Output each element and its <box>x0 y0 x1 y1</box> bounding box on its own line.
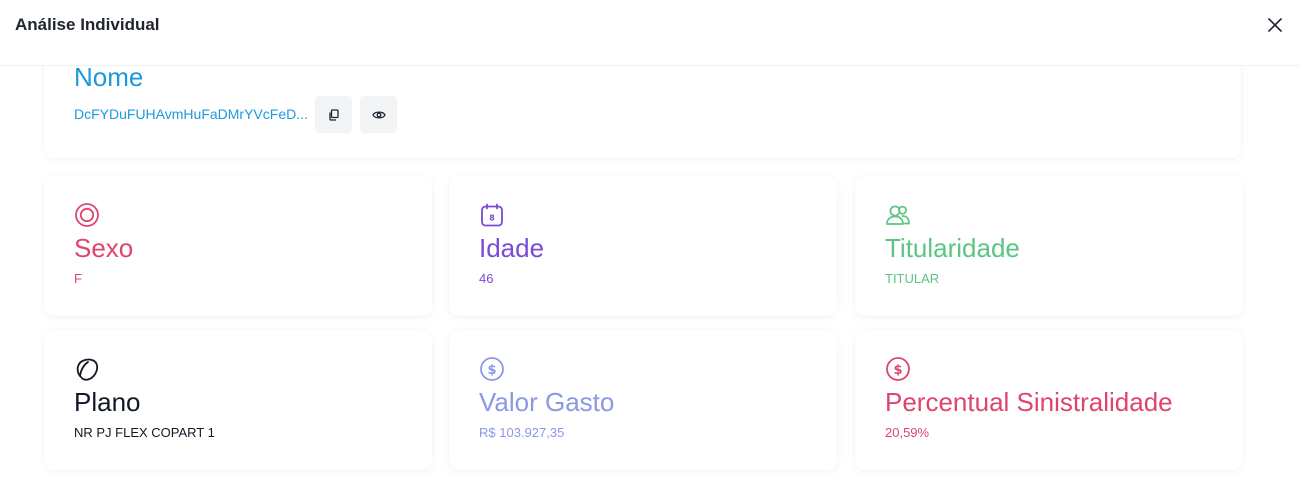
dollar-circle-icon: $ <box>885 356 911 382</box>
stat-value: 46 <box>479 271 494 286</box>
stat-label: Valor Gasto <box>479 387 615 417</box>
target-icon <box>74 202 100 228</box>
stat-card-titularidade: Titularidade TITULAR <box>855 176 1243 316</box>
reveal-button[interactable] <box>360 96 397 133</box>
stat-label: Percentual Sinistralidade <box>885 387 1173 417</box>
eye-icon <box>371 111 386 118</box>
stat-card-plano: Plano NR PJ FLEX COPART 1 <box>44 330 432 470</box>
users-icon <box>885 202 911 228</box>
stat-card-sexo: Sexo F <box>44 176 432 316</box>
stat-label: Titularidade <box>885 233 1020 263</box>
calendar-icon: 8 <box>479 202 505 228</box>
stat-label: Idade <box>479 233 545 263</box>
stat-label: Sexo <box>74 233 134 263</box>
copy-icon <box>328 108 339 121</box>
stat-value: TITULAR <box>885 271 940 286</box>
close-button[interactable] <box>1264 14 1286 36</box>
stat-value: 20,59% <box>885 425 930 440</box>
stat-card-percentual-sinistralidade: $ Percentual Sinistralidade 20,59% <box>855 330 1243 470</box>
stat-value: F <box>74 271 82 286</box>
copy-button[interactable] <box>315 96 352 133</box>
stat-value: NR PJ FLEX COPART 1 <box>74 425 215 440</box>
svg-text:$: $ <box>893 363 902 378</box>
stat-value: R$ 103.927,35 <box>479 425 565 440</box>
stat-card-idade: 8 Idade 46 <box>449 176 837 316</box>
stat-label: Plano <box>74 387 141 417</box>
close-icon <box>1268 18 1282 32</box>
svg-text:8: 8 <box>489 214 495 223</box>
svg-text:$: $ <box>487 363 496 378</box>
stat-card-valor-gasto: $ Valor Gasto R$ 103.927,35 <box>449 330 837 470</box>
modal-header: Análise Individual <box>0 0 1299 66</box>
shape-icon <box>74 356 100 382</box>
modal-title: Análise Individual <box>15 15 160 34</box>
dollar-circle-icon: $ <box>479 356 505 382</box>
name-value: DcFYDuFUHAvmHuFaDMrYVcFeD... <box>74 106 308 122</box>
name-label: Nome <box>74 62 144 92</box>
